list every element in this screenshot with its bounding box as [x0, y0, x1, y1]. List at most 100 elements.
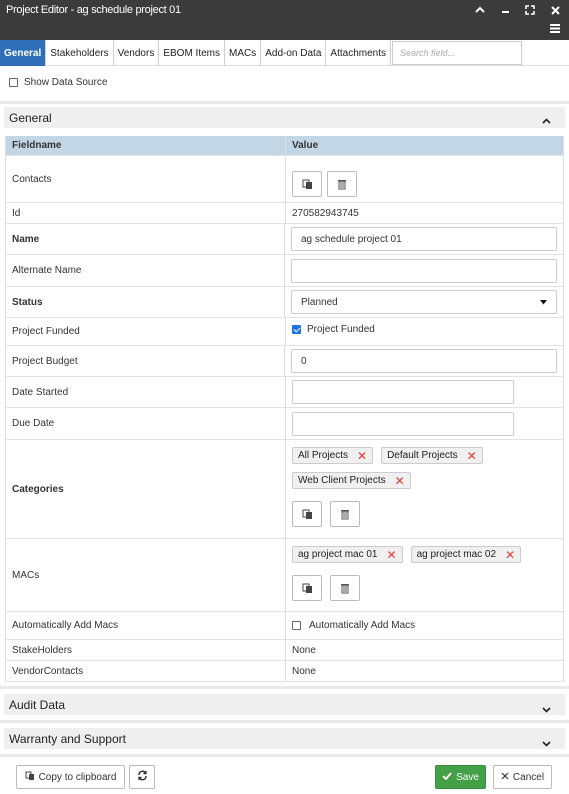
row-date-started: Date Started: [6, 377, 563, 408]
tab-stakeholders[interactable]: Stakeholders: [46, 40, 114, 66]
tab-add-on-data[interactable]: Add-on Data: [261, 40, 327, 66]
section-audit-header[interactable]: Audit Data: [4, 694, 565, 715]
field-label: Alternate Name: [6, 255, 285, 286]
delete-contacts-button[interactable]: [327, 171, 357, 197]
field-grid: Fieldname Value Contacts Id 270582943745…: [5, 136, 564, 682]
expand-icon[interactable]: [524, 4, 536, 16]
row-macs: MACs ag project mac 01 ✕ ag project mac …: [6, 539, 563, 612]
mac-chip: ag project mac 02 ✕: [410, 546, 522, 563]
remove-chip-icon[interactable]: ✕: [395, 475, 405, 487]
row-auto-add-macs: Automatically Add Macs Automatically Add…: [6, 612, 563, 640]
auto-add-macs-checkbox[interactable]: [292, 621, 301, 630]
chevron-down-icon: [542, 736, 551, 750]
grid-header-row: Fieldname Value: [6, 136, 563, 156]
cancel-label: Cancel: [512, 771, 545, 783]
field-label: Status: [6, 287, 285, 317]
remove-chip-icon[interactable]: ✕: [505, 549, 515, 561]
refresh-button[interactable]: [129, 765, 155, 789]
copy-macs-button[interactable]: [292, 575, 322, 601]
field-label: Id: [6, 203, 286, 223]
tab-vendors[interactable]: Vendors: [114, 40, 160, 66]
field-label: Name: [6, 224, 285, 254]
date-started-input[interactable]: [292, 380, 514, 404]
row-due-date: Due Date: [6, 408, 563, 440]
window-title: Project Editor - ag schedule project 01: [6, 4, 181, 16]
copy-categories-button[interactable]: [292, 501, 322, 527]
row-project-funded: Project Funded Project Funded: [6, 318, 563, 346]
title-bar: Project Editor - ag schedule project 01: [0, 0, 569, 40]
chip-label: Web Client Projects: [298, 475, 386, 486]
header-fieldname: Fieldname: [6, 136, 286, 155]
copy-contacts-button[interactable]: [292, 171, 322, 197]
row-name: Name ag schedule project 01: [6, 224, 563, 255]
field-label: Automatically Add Macs: [6, 612, 286, 639]
category-chip: Default Projects ✕: [381, 447, 483, 464]
tab-bar: General Stakeholders Vendors EBOM Items …: [0, 40, 569, 66]
hamburger-menu-icon[interactable]: [549, 22, 561, 34]
cancel-button[interactable]: Cancel: [493, 765, 552, 789]
stakeholders-value: None: [292, 644, 316, 656]
section-warranty-title: Warranty and Support: [9, 731, 126, 746]
chevron-up-icon: [542, 113, 551, 127]
field-label: VendorContacts: [6, 661, 286, 681]
name-input[interactable]: ag schedule project 01: [291, 227, 557, 251]
row-contacts: Contacts: [6, 156, 563, 203]
field-label: MACs: [6, 539, 286, 611]
show-data-source-checkbox[interactable]: [9, 78, 18, 87]
project-funded-checkbox-label: Project Funded: [307, 324, 375, 335]
close-icon[interactable]: [549, 4, 561, 16]
checkmark-icon: [442, 771, 452, 783]
alternate-name-input[interactable]: [291, 258, 557, 283]
chip-label: ag project mac 01: [298, 549, 378, 560]
field-label: Due Date: [6, 408, 286, 439]
project-funded-checkbox[interactable]: [292, 325, 301, 334]
mac-chip: ag project mac 01 ✕: [292, 546, 403, 563]
divider: [0, 754, 569, 757]
save-button[interactable]: Save: [435, 765, 486, 789]
row-project-budget: Project Budget 0: [6, 346, 563, 377]
remove-chip-icon[interactable]: ✕: [467, 450, 477, 462]
copy-to-clipboard-button[interactable]: Copy to clipboard: [16, 765, 125, 789]
tab-macs[interactable]: MACs: [225, 40, 262, 66]
field-label: Project Funded: [6, 318, 286, 345]
delete-macs-button[interactable]: [329, 575, 360, 601]
vendor-contacts-value: None: [292, 665, 316, 677]
row-id: Id 270582943745: [6, 203, 563, 224]
section-warranty-header[interactable]: Warranty and Support: [4, 728, 565, 749]
divider: [0, 101, 569, 104]
show-data-source[interactable]: Show Data Source: [9, 77, 107, 88]
status-select[interactable]: Planned: [291, 290, 557, 314]
minimize-icon[interactable]: [499, 4, 511, 16]
delete-categories-button[interactable]: [329, 501, 360, 527]
id-value: 270582943745: [292, 207, 359, 219]
project-budget-input[interactable]: 0: [291, 349, 557, 373]
section-general-header[interactable]: General: [4, 107, 565, 128]
category-chip: Web Client Projects ✕: [292, 472, 411, 489]
tab-ebom-items[interactable]: EBOM Items: [159, 40, 226, 66]
clipboard-icon: [25, 771, 35, 784]
row-status: Status Planned: [6, 287, 563, 318]
remove-chip-icon[interactable]: ✕: [387, 549, 397, 561]
chevron-down-icon: [542, 702, 551, 716]
caret-down-icon: [540, 297, 547, 308]
remove-chip-icon[interactable]: ✕: [357, 450, 367, 462]
row-stakeholders: StakeHolders None: [6, 640, 563, 661]
due-date-input[interactable]: [292, 411, 514, 436]
close-icon: [501, 772, 509, 783]
divider: [0, 686, 569, 689]
section-audit-title: Audit Data: [9, 697, 66, 712]
header-value: Value: [292, 140, 319, 151]
row-categories: Categories All Projects ✕ Default Projec…: [6, 440, 563, 539]
tab-general[interactable]: General: [0, 40, 47, 66]
row-alternate-name: Alternate Name: [6, 255, 563, 287]
section-general-title: General: [9, 110, 52, 125]
search-field-input[interactable]: [392, 41, 522, 65]
auto-add-macs-checkbox-label: Automatically Add Macs: [309, 620, 416, 631]
field-label: Categories: [6, 440, 286, 538]
chevron-up-icon[interactable]: [474, 4, 486, 16]
field-label: Contacts: [6, 156, 286, 202]
chip-label: Default Projects: [387, 450, 458, 461]
tab-attachments[interactable]: Attachments: [326, 40, 391, 66]
chip-label: All Projects: [298, 450, 349, 461]
category-chip: All Projects ✕: [292, 447, 374, 464]
